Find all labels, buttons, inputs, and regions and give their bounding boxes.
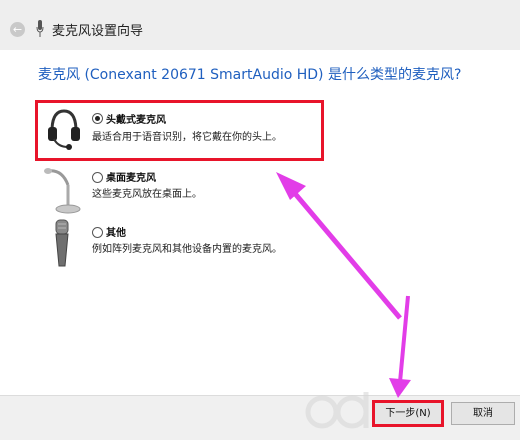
title-bar: ← 麦克风设置向导 [0, 0, 520, 50]
other-radio[interactable] [92, 227, 103, 238]
selection-highlight [35, 100, 324, 161]
page-heading: 麦克风 (Conexant 20671 SmartAudio HD) 是什么类型… [38, 67, 462, 83]
other-label: 其他 [106, 228, 126, 239]
desktop-radio[interactable] [92, 172, 103, 183]
desktop-description: 这些麦克风放在桌面上。 [92, 189, 202, 200]
watermark-logo [305, 392, 369, 429]
handheld-microphone-icon [55, 219, 69, 267]
desktop-microphone-icon [44, 168, 81, 214]
other-description: 例如阵列麦克风和其他设备内置的麦克风。 [92, 244, 282, 255]
back-arrow-icon[interactable]: ← [10, 22, 25, 37]
desktop-label: 桌面麦克风 [106, 173, 156, 184]
option-desktop[interactable]: 桌面麦克风 这些麦克风放在桌面上。 [42, 163, 462, 217]
window-title: 麦克风设置向导 [52, 24, 144, 39]
microphone-icon [36, 20, 44, 37]
option-other[interactable]: 其他 例如阵列麦克风和其他设备内置的麦克风。 [42, 218, 462, 272]
